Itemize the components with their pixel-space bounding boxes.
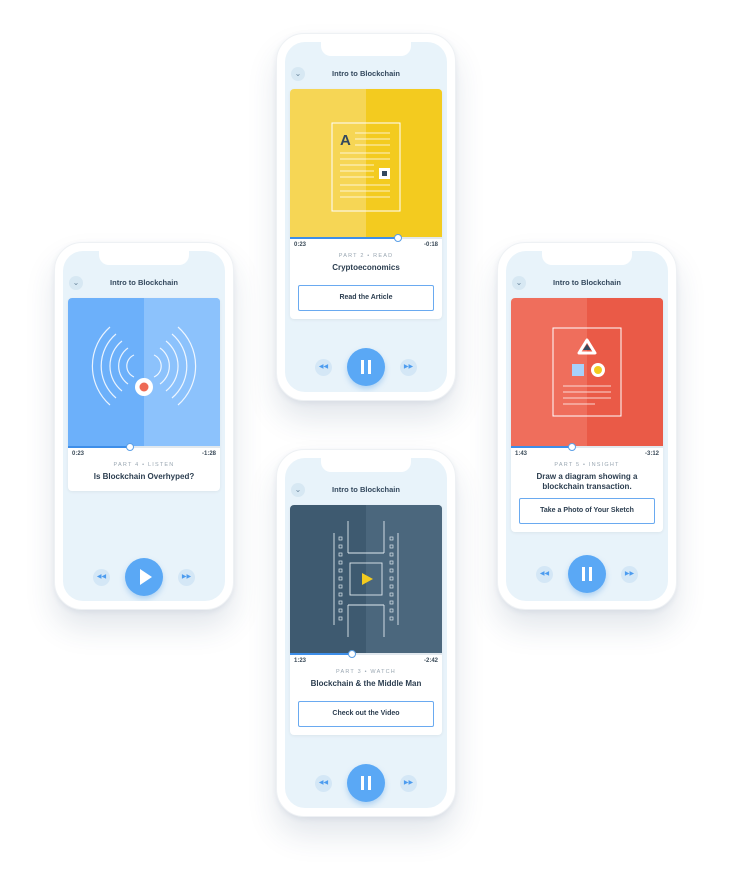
read-artwork: A [290, 89, 442, 237]
pause-icon [582, 567, 592, 581]
rewind-icon[interactable]: ◀◀ [93, 569, 110, 586]
remaining-time: -3:12 [644, 451, 659, 457]
content-card: 1:23 -2:42 PART 3 • WATCH Blockchain & t… [290, 505, 442, 735]
screen: ⌄ Intro to Blockchain [506, 251, 668, 601]
pause-button[interactable] [347, 348, 385, 386]
content-card: A 0:23 -0:18 PART 2 • READ Cryptoeconomi… [290, 89, 442, 319]
play-button[interactable] [125, 558, 163, 596]
film-strip-icon [333, 521, 399, 637]
time-row: 1:23 -2:42 [290, 655, 442, 666]
article-document-icon: A [331, 122, 401, 212]
remaining-time: -1:28 [201, 451, 216, 457]
player-controls: ◀◀ ▶▶ [285, 348, 447, 386]
phone-insight: ⌄ Intro to Blockchain 1:43 -3:12 PART 5 … [497, 242, 677, 610]
elapsed-time: 0:23 [294, 242, 307, 248]
lesson-title: Cryptoeconomics [332, 263, 400, 272]
read-article-button[interactable]: Read the Article [298, 285, 434, 311]
player-controls: ◀◀ ▶▶ [63, 558, 225, 596]
rewind-icon[interactable]: ◀◀ [536, 566, 553, 583]
phone-notch [321, 458, 411, 472]
fast-forward-icon[interactable]: ▶▶ [621, 566, 638, 583]
elapsed-time: 1:23 [294, 658, 307, 664]
rewind-icon[interactable]: ◀◀ [315, 359, 332, 376]
phone-watch: ⌄ Intro to Blockchain 1:23 -2:42 PART 3 … [276, 449, 456, 817]
content-card: 1:43 -3:12 PART 5 • INSIGHT Draw a diagr… [511, 298, 663, 532]
screen: ⌄ Intro to Blockchain [63, 251, 225, 601]
phone-listen: ⌄ Intro to Blockchain 0:23 -1:28 PART 4 … [54, 242, 234, 610]
fast-forward-icon[interactable]: ▶▶ [178, 569, 195, 586]
play-icon [140, 569, 152, 585]
content-card: 0:23 -1:28 PART 4 • LISTEN Is Blockchain… [68, 298, 220, 491]
part-label: PART 3 • WATCH [336, 669, 396, 675]
part-label: PART 4 • LISTEN [113, 462, 175, 468]
phone-notch [542, 251, 632, 265]
pause-button[interactable] [568, 555, 606, 593]
player-controls: ◀◀ ▶▶ [285, 764, 447, 802]
svg-text:A: A [340, 132, 351, 149]
screen: ⌄ Intro to Blockchain [285, 458, 447, 808]
phone-notch [99, 251, 189, 265]
screen-title: Intro to Blockchain [110, 278, 178, 287]
elapsed-time: 1:43 [515, 451, 528, 457]
part-label: PART 2 • READ [338, 253, 394, 259]
take-photo-button[interactable]: Take a Photo of Your Sketch [519, 498, 655, 524]
listen-artwork [68, 298, 220, 446]
rewind-icon[interactable]: ◀◀ [315, 775, 332, 792]
screen: ⌄ Intro to Blockchain A 0:23 -0:18 PART … [285, 42, 447, 392]
time-row: 0:23 -1:28 [68, 448, 220, 459]
audio-waves-icon [91, 326, 197, 406]
elapsed-time: 0:23 [72, 451, 85, 457]
time-row: 0:23 -0:18 [290, 239, 442, 250]
lesson-title: Is Blockchain Overhyped? [93, 472, 195, 481]
fast-forward-icon[interactable]: ▶▶ [400, 775, 417, 792]
check-video-button[interactable]: Check out the Video [298, 701, 434, 727]
pause-icon [361, 776, 371, 790]
remaining-time: -2:42 [423, 658, 438, 664]
screen-title: Intro to Blockchain [332, 485, 400, 494]
part-label: PART 5 • INSIGHT [554, 462, 620, 468]
pause-button[interactable] [347, 764, 385, 802]
phone-read: ⌄ Intro to Blockchain A 0:23 -0:18 PART … [276, 33, 456, 401]
lesson-title: Draw a diagram showing a blockchain tran… [536, 472, 638, 491]
lesson-title: Blockchain & the Middle Man [310, 679, 422, 688]
screen-title: Intro to Blockchain [553, 278, 621, 287]
time-row: 1:43 -3:12 [511, 448, 663, 459]
pause-icon [361, 360, 371, 374]
remaining-time: -0:18 [423, 242, 438, 248]
phone-notch [321, 42, 411, 56]
watch-artwork [290, 505, 442, 653]
fast-forward-icon[interactable]: ▶▶ [400, 359, 417, 376]
screen-title: Intro to Blockchain [332, 69, 400, 78]
insight-artwork [511, 298, 663, 446]
shapes-sketch-icon [552, 327, 622, 417]
player-controls: ◀◀ ▶▶ [506, 555, 668, 593]
